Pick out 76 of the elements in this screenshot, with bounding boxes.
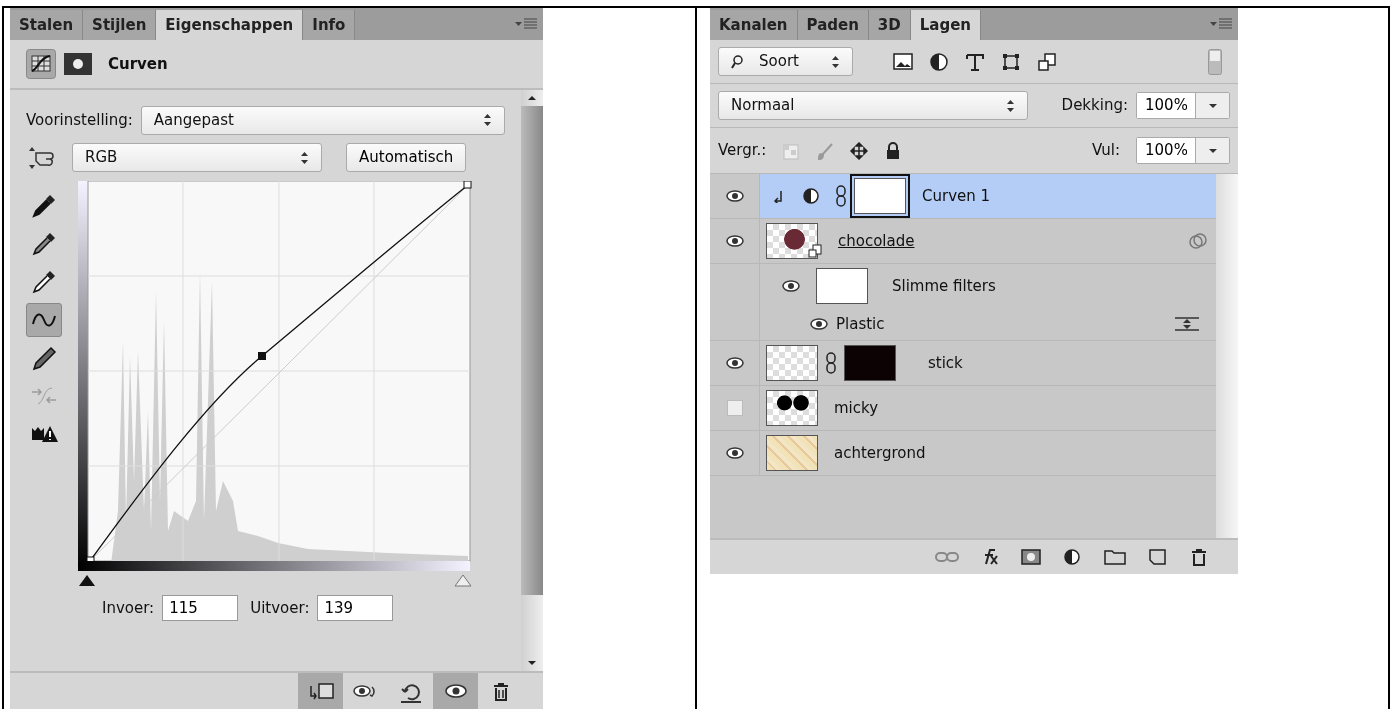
input-label: Invoer: <box>102 597 155 619</box>
layer-name: micky <box>834 397 879 419</box>
layer-thumbnail <box>766 345 818 381</box>
layer-row[interactable]: micky <box>760 386 1216 430</box>
lock-move-icon[interactable] <box>850 141 869 160</box>
visibility-eye-icon[interactable] <box>725 189 744 203</box>
preset-label: Voorinstelling: <box>26 110 133 131</box>
visibility-eye-icon[interactable] <box>725 446 744 460</box>
layer-thumbnail <box>766 390 818 426</box>
auto-button[interactable]: Automatisch <box>346 143 467 172</box>
search-icon <box>731 54 743 69</box>
scrollbar[interactable] <box>521 90 543 671</box>
visibility-eye-icon[interactable] <box>725 234 744 248</box>
panel-tab[interactable]: Info <box>303 10 356 40</box>
opacity-label: Dekking: <box>1061 95 1128 117</box>
panel-tab[interactable]: Lagen <box>910 10 982 40</box>
smart-object-icon <box>808 244 822 258</box>
panel-tab[interactable]: Stalen <box>10 10 84 40</box>
smart-filter-icon[interactable] <box>1188 231 1208 251</box>
stepper-icon <box>300 150 309 165</box>
filter-name: Plastic <box>836 313 885 335</box>
output-field[interactable]: 139 <box>317 594 394 621</box>
stepper-icon <box>1006 98 1015 113</box>
panel-tab[interactable]: Kanalen <box>710 10 798 40</box>
panel-tab[interactable]: Eigenschappen <box>156 10 304 40</box>
channel-dropdown[interactable]: RGB <box>72 143 322 172</box>
type-filter-icon[interactable] <box>965 51 985 72</box>
adjustment-filter-icon[interactable] <box>929 51 949 72</box>
image-filter-icon[interactable] <box>893 51 913 72</box>
output-label: Uitvoer: <box>250 597 310 619</box>
panel-title: Curven <box>108 53 168 75</box>
opacity-field[interactable]: 100% <box>1136 92 1230 119</box>
filter-dropdown[interactable]: Soort <box>718 47 853 76</box>
shape-filter-icon[interactable] <box>1001 51 1021 72</box>
panel-menu-icon[interactable] <box>515 18 537 30</box>
blending-options-icon[interactable] <box>1174 317 1200 331</box>
layer-row[interactable]: Curven 1 <box>760 174 1216 218</box>
scroll-thumb[interactable] <box>521 106 543 595</box>
layer-name: chocolade <box>838 230 915 252</box>
chain-link-icon[interactable] <box>836 185 846 207</box>
visibility-eye-icon[interactable] <box>725 356 744 370</box>
panel-menu-icon[interactable] <box>1210 18 1232 30</box>
stepper-icon <box>831 54 840 69</box>
layer-name: Curven 1 <box>922 185 991 207</box>
curves-adjustment-icon[interactable] <box>26 49 56 79</box>
mask-thumbnail <box>844 345 896 381</box>
layer-thumbnail <box>766 435 818 471</box>
scrollbar[interactable] <box>1216 174 1238 538</box>
visibility-eye-icon[interactable] <box>810 317 828 331</box>
lock-label: Vergr.: <box>718 140 767 162</box>
layer-thumbnail <box>766 223 818 259</box>
filter-name: Slimme filters <box>892 275 996 297</box>
panel-tab[interactable]: Paden <box>797 10 869 40</box>
layer-name: achtergrond <box>834 442 926 464</box>
input-field[interactable]: 115 <box>162 594 239 621</box>
visibility-checkbox[interactable] <box>726 400 743 416</box>
fill-label: Vul: <box>1092 140 1120 162</box>
visibility-eye-icon[interactable] <box>782 279 800 293</box>
smart-object-filter-icon[interactable] <box>1037 51 1057 72</box>
dropdown-caret-icon[interactable] <box>1207 102 1218 109</box>
mask-thumbnail <box>816 268 868 304</box>
filter-toggle-icon[interactable] <box>1208 48 1222 75</box>
fill-field[interactable]: 100% <box>1136 137 1230 164</box>
preset-dropdown[interactable]: Aangepast <box>140 106 505 135</box>
blend-mode-dropdown[interactable]: Normaal <box>718 91 1028 120</box>
layer-row[interactable]: chocolade <box>760 219 1216 263</box>
panel-tab[interactable]: Stijlen <box>83 10 157 40</box>
mask-icon[interactable] <box>64 53 92 75</box>
layer-row[interactable]: achtergrond <box>760 431 1216 475</box>
layer-name: stick <box>928 352 963 374</box>
adjustment-layer-icon <box>802 187 820 205</box>
panel-tab[interactable]: 3D <box>868 10 911 40</box>
layer-row[interactable]: stick <box>760 341 1216 385</box>
dropdown-caret-icon[interactable] <box>1207 147 1218 154</box>
chain-link-icon[interactable] <box>826 352 836 374</box>
stepper-icon <box>483 113 492 128</box>
